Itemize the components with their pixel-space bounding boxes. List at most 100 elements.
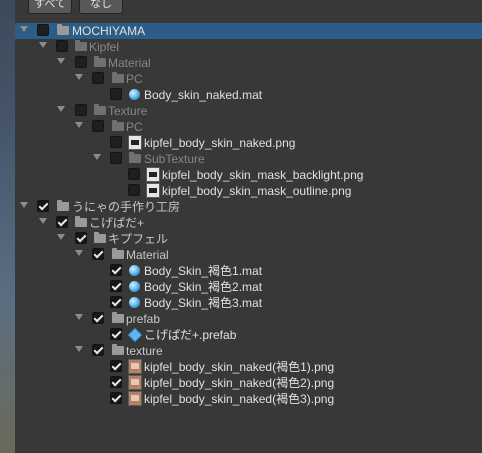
tree-label: Material [108, 56, 151, 70]
checkbox[interactable] [92, 72, 104, 84]
tree-row-pc-texture[interactable]: PC [15, 119, 482, 135]
tree-row-naked-2-png[interactable]: kipfel_body_skin_naked(褐色2).png [15, 375, 482, 391]
tree-label: Body_Skin_褐色2.mat [144, 280, 263, 294]
tree-row-mask-backlight-png[interactable]: kipfel_body_skin_mask_backlight.png [15, 167, 482, 183]
foldout-arrow-icon[interactable] [75, 250, 83, 256]
material-icon [129, 297, 140, 308]
folder-icon [57, 200, 69, 211]
tree-row-naked-3-png[interactable]: kipfel_body_skin_naked(褐色3).png [15, 391, 482, 407]
texture-thumbnail-icon [128, 375, 142, 390]
foldout-arrow-icon[interactable] [57, 106, 65, 112]
tree-row-prefab-folder[interactable]: prefab [15, 311, 482, 327]
select-all-button[interactable]: すべて [28, 0, 72, 14]
tree-row-body-skin-naked-mat[interactable]: Body_skin_naked.mat [15, 87, 482, 103]
checkbox[interactable] [110, 152, 122, 164]
tree-label: Body_Skin_褐色3.mat [144, 296, 263, 310]
tree-label: こげぱだ+ [89, 216, 145, 230]
tree-row-texture[interactable]: Texture [15, 103, 482, 119]
checkbox[interactable] [75, 232, 87, 244]
material-icon [129, 281, 140, 292]
checkbox[interactable] [75, 56, 87, 68]
tree-row-body-skin-3-mat[interactable]: Body_Skin_褐色3.mat [15, 295, 482, 311]
tree-row-material[interactable]: Material [15, 55, 482, 71]
tree-label: Body_Skin_褐色1.mat [144, 264, 263, 278]
checkbox[interactable] [92, 248, 104, 260]
tree-label: SubTexture [144, 152, 205, 166]
tree-row-kogepada[interactable]: こげぱだ+ [15, 215, 482, 231]
checkbox[interactable] [56, 40, 68, 52]
tree-label: prefab [126, 312, 161, 326]
checkbox[interactable] [110, 136, 122, 148]
foldout-arrow-icon[interactable] [39, 218, 47, 224]
material-icon [129, 265, 140, 276]
tree-row-kipfel[interactable]: Kipfel [15, 39, 482, 55]
tree-row-mochiyama[interactable]: MOCHIYAMA [15, 23, 482, 39]
tree-label: kipfel_body_skin_naked.png [144, 136, 296, 150]
foldout-arrow-icon[interactable] [75, 314, 83, 320]
tree-label: kipfel_body_skin_mask_backlight.png [162, 168, 364, 182]
texture-thumbnail-icon [146, 183, 160, 198]
checkbox[interactable] [110, 296, 122, 308]
tree-row-pc[interactable]: PC [15, 71, 482, 87]
checkbox[interactable] [110, 376, 122, 388]
tree-label: Material [126, 248, 169, 262]
tree-row-subtexture[interactable]: SubTexture [15, 151, 482, 167]
folder-icon [75, 40, 87, 51]
foldout-arrow-icon[interactable] [75, 346, 83, 352]
folder-icon [94, 232, 106, 243]
checkbox[interactable] [110, 328, 122, 340]
foldout-arrow-icon[interactable] [93, 154, 101, 160]
foldout-arrow-icon[interactable] [57, 234, 65, 240]
checkbox[interactable] [37, 24, 49, 36]
checkbox[interactable] [37, 200, 49, 212]
tree-row-mask-outline-png[interactable]: kipfel_body_skin_mask_outline.png [15, 183, 482, 199]
folder-icon [112, 248, 124, 259]
checkbox[interactable] [92, 120, 104, 132]
tree-row-texture-2[interactable]: texture [15, 343, 482, 359]
checkbox[interactable] [92, 312, 104, 324]
checkbox[interactable] [92, 344, 104, 356]
prefab-cube-icon [127, 327, 143, 343]
folder-icon [57, 24, 69, 35]
tree-row-naked-1-png[interactable]: kipfel_body_skin_naked(褐色1).png [15, 359, 482, 375]
tree-row-kipfel-jp[interactable]: キプフェル [15, 231, 482, 247]
checkbox[interactable] [75, 104, 87, 116]
foldout-arrow-icon[interactable] [20, 26, 28, 32]
tree-label: Kipfel [89, 40, 120, 54]
foldout-arrow-icon[interactable] [75, 74, 83, 80]
tree-label: PC [126, 72, 143, 86]
checkbox[interactable] [110, 360, 122, 372]
foldout-arrow-icon[interactable] [75, 122, 83, 128]
checkbox[interactable] [110, 88, 122, 100]
texture-thumbnail-icon [128, 359, 142, 374]
foldout-arrow-icon[interactable] [20, 202, 28, 208]
scene-background-strip [0, 0, 15, 453]
tree-label: kipfel_body_skin_naked(褐色2).png [144, 376, 335, 390]
foldout-arrow-icon[interactable] [39, 42, 47, 48]
tree-row-body-skin-2-mat[interactable]: Body_Skin_褐色2.mat [15, 279, 482, 295]
tree-row-kogepada-prefab[interactable]: こげぱだ+.prefab [15, 327, 482, 343]
toolbar: すべて なし [15, 0, 482, 20]
checkbox[interactable] [56, 216, 68, 228]
texture-thumbnail-icon [128, 391, 142, 406]
checkbox[interactable] [110, 264, 122, 276]
tree-label: kipfel_body_skin_naked(褐色1).png [144, 360, 335, 374]
folder-icon [129, 152, 141, 163]
tree-row-kipfel-body-skin-naked-png[interactable]: kipfel_body_skin_naked.png [15, 135, 482, 151]
foldout-arrow-icon[interactable] [57, 58, 65, 64]
tree-row-unya-workshop[interactable]: うにゃの手作り工房 [15, 199, 482, 215]
tree-label: texture [126, 344, 163, 358]
folder-icon [112, 312, 124, 323]
select-none-button[interactable]: なし [79, 0, 123, 14]
tree-label: キプフェル [108, 232, 169, 246]
checkbox[interactable] [128, 184, 140, 196]
tree-label: kipfel_body_skin_naked(褐色3).png [144, 392, 335, 406]
tree-row-body-skin-1-mat[interactable]: Body_Skin_褐色1.mat [15, 263, 482, 279]
tree-label: Texture [108, 104, 148, 118]
checkbox[interactable] [110, 280, 122, 292]
tree-label: うにゃの手作り工房 [72, 200, 181, 214]
checkbox[interactable] [110, 392, 122, 404]
tree-label: kipfel_body_skin_mask_outline.png [162, 184, 352, 198]
checkbox[interactable] [128, 168, 140, 180]
tree-row-material-2[interactable]: Material [15, 247, 482, 263]
